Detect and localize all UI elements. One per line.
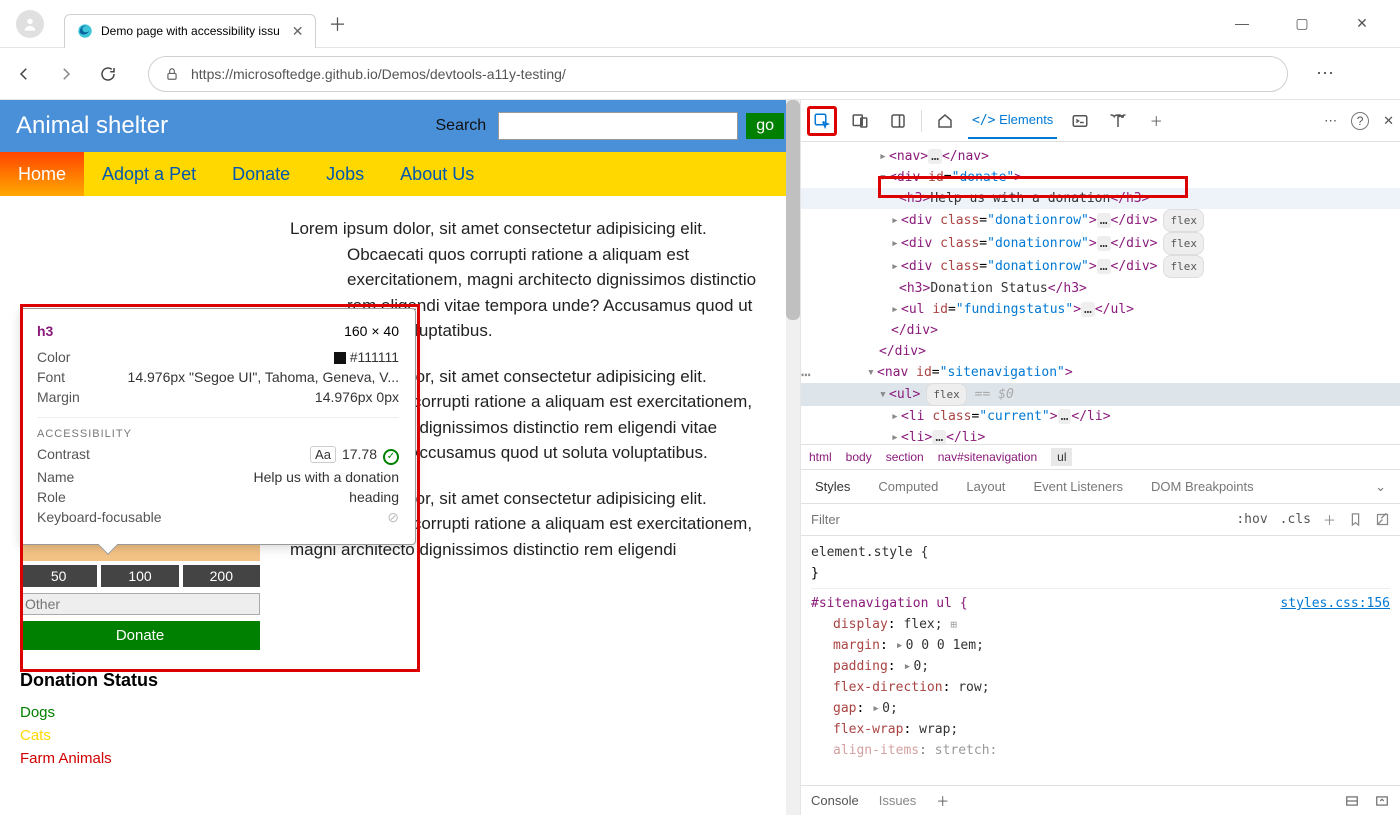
nav-about[interactable]: About Us [382,152,492,196]
page-viewport: Animal shelter Search go Home Adopt a Pe… [0,100,800,815]
styles-filter-input[interactable] [811,512,1224,527]
other-amount-input[interactable] [20,593,260,615]
page-title: Animal shelter [16,112,436,140]
edge-icon [77,23,93,39]
page-header: Animal shelter Search go [0,100,800,152]
inspect-element-button[interactable] [807,106,837,136]
close-devtools-button[interactable]: ✕ [1383,113,1394,129]
status-dogs: Dogs [20,701,260,724]
devtools-toolbar: </> Elements ＋ ⋯ ? ✕ [801,100,1400,142]
maximize-button[interactable]: ▢ [1284,15,1320,32]
devtools-panel: </> Elements ＋ ⋯ ? ✕ ▸<nav>…</nav> ▾<div… [800,100,1400,815]
elements-tab[interactable]: </> Elements [968,102,1057,139]
sources-tab-button[interactable] [1103,106,1133,136]
dock-button[interactable] [883,106,913,136]
new-style-rule-icon[interactable]: ＋ [1323,510,1336,529]
drawer-collapse-icon[interactable] [1374,794,1390,808]
dom-breakpoints-tab[interactable]: DOM Breakpoints [1151,479,1254,494]
tooltip-tag: h3 [37,323,53,339]
device-toolbar-button[interactable] [845,106,875,136]
browser-menu-button[interactable]: ⋯ [1316,63,1336,84]
styles-pane[interactable]: element.style { } #sitenavigation ul {st… [801,536,1400,785]
lock-icon [165,67,179,81]
url-text: https://microsoftedge.github.io/Demos/de… [191,66,566,82]
add-drawer-tab[interactable]: ＋ [936,791,949,810]
minimize-button[interactable]: — [1224,15,1260,32]
nav-adopt[interactable]: Adopt a Pet [84,152,214,196]
status-list: Dogs Cats Farm Animals [20,701,260,770]
address-bar[interactable]: https://microsoftedge.github.io/Demos/de… [148,56,1288,92]
tab-close-icon[interactable]: ✕ [292,23,304,40]
expand-icon[interactable] [1375,512,1390,527]
forward-button[interactable] [54,65,78,83]
nav-donate[interactable]: Donate [214,152,308,196]
styles-tab[interactable]: Styles [815,479,850,494]
devtools-drawer: Console Issues ＋ [801,785,1400,815]
tab-title: Demo page with accessibility issu [101,24,280,38]
new-tab-button[interactable]: ＋ [328,11,346,37]
search-input[interactable] [498,112,738,140]
css-source-link[interactable]: styles.css:156 [1280,593,1390,614]
page-nav: Home Adopt a Pet Donate Jobs About Us [0,152,800,196]
amount-100[interactable]: 100 [101,565,178,587]
refresh-button[interactable] [96,65,120,83]
devtools-more-button[interactable]: ⋯ [1324,113,1337,129]
donate-button[interactable]: Donate [20,621,260,650]
amount-200[interactable]: 200 [183,565,260,587]
dom-tree[interactable]: ▸<nav>…</nav> ▾<div id="donate"> <h3>Hel… [801,142,1400,444]
go-button[interactable]: go [746,113,784,139]
browser-toolbar: https://microsoftedge.github.io/Demos/de… [0,48,1400,100]
computed-tab[interactable]: Computed [878,479,938,494]
search-label: Search [436,117,487,135]
console-drawer-tab[interactable]: Console [811,793,859,808]
hov-toggle[interactable]: :hov [1236,512,1267,527]
status-heading: Donation Status [20,670,260,691]
amount-50[interactable]: 50 [20,565,97,587]
welcome-tab-button[interactable] [930,106,960,136]
page-scrollbar[interactable] [786,100,800,815]
drawer-layout-icon[interactable] [1344,794,1360,808]
prohibit-icon: ⊘ [387,509,399,526]
console-tab-button[interactable] [1065,106,1095,136]
help-button[interactable]: ? [1351,112,1369,130]
styles-controls: :hov .cls ＋ [801,504,1400,536]
tooltip-dimensions: 160 × 40 [344,323,399,339]
layout-tab[interactable]: Layout [966,479,1005,494]
window-titlebar: Demo page with accessibility issu ✕ ＋ — … [0,0,1400,48]
profile-avatar[interactable] [16,10,44,38]
nav-jobs[interactable]: Jobs [308,152,382,196]
browser-tab[interactable]: Demo page with accessibility issu ✕ [64,14,316,48]
styles-tabs: Styles Computed Layout Event Listeners D… [801,470,1400,504]
status-cats: Cats [20,724,260,747]
cls-toggle[interactable]: .cls [1280,512,1311,527]
close-window-button[interactable]: ✕ [1344,15,1380,32]
back-button[interactable] [12,65,36,83]
check-icon: ✓ [383,449,399,465]
inspect-tooltip: h3 160 × 40 Color#111111 Font14.976px "S… [20,308,416,545]
status-farm: Farm Animals [20,747,260,770]
event-listeners-tab[interactable]: Event Listeners [1033,479,1123,494]
dom-breadcrumb[interactable]: html body section nav#sitenavigation ul [801,444,1400,470]
issues-drawer-tab[interactable]: Issues [879,793,917,808]
nav-home[interactable]: Home [0,152,84,196]
bookmark-icon[interactable] [1348,512,1363,527]
more-styles-tabs-icon[interactable]: ⌄ [1375,479,1386,495]
more-tabs-button[interactable]: ＋ [1141,106,1171,136]
